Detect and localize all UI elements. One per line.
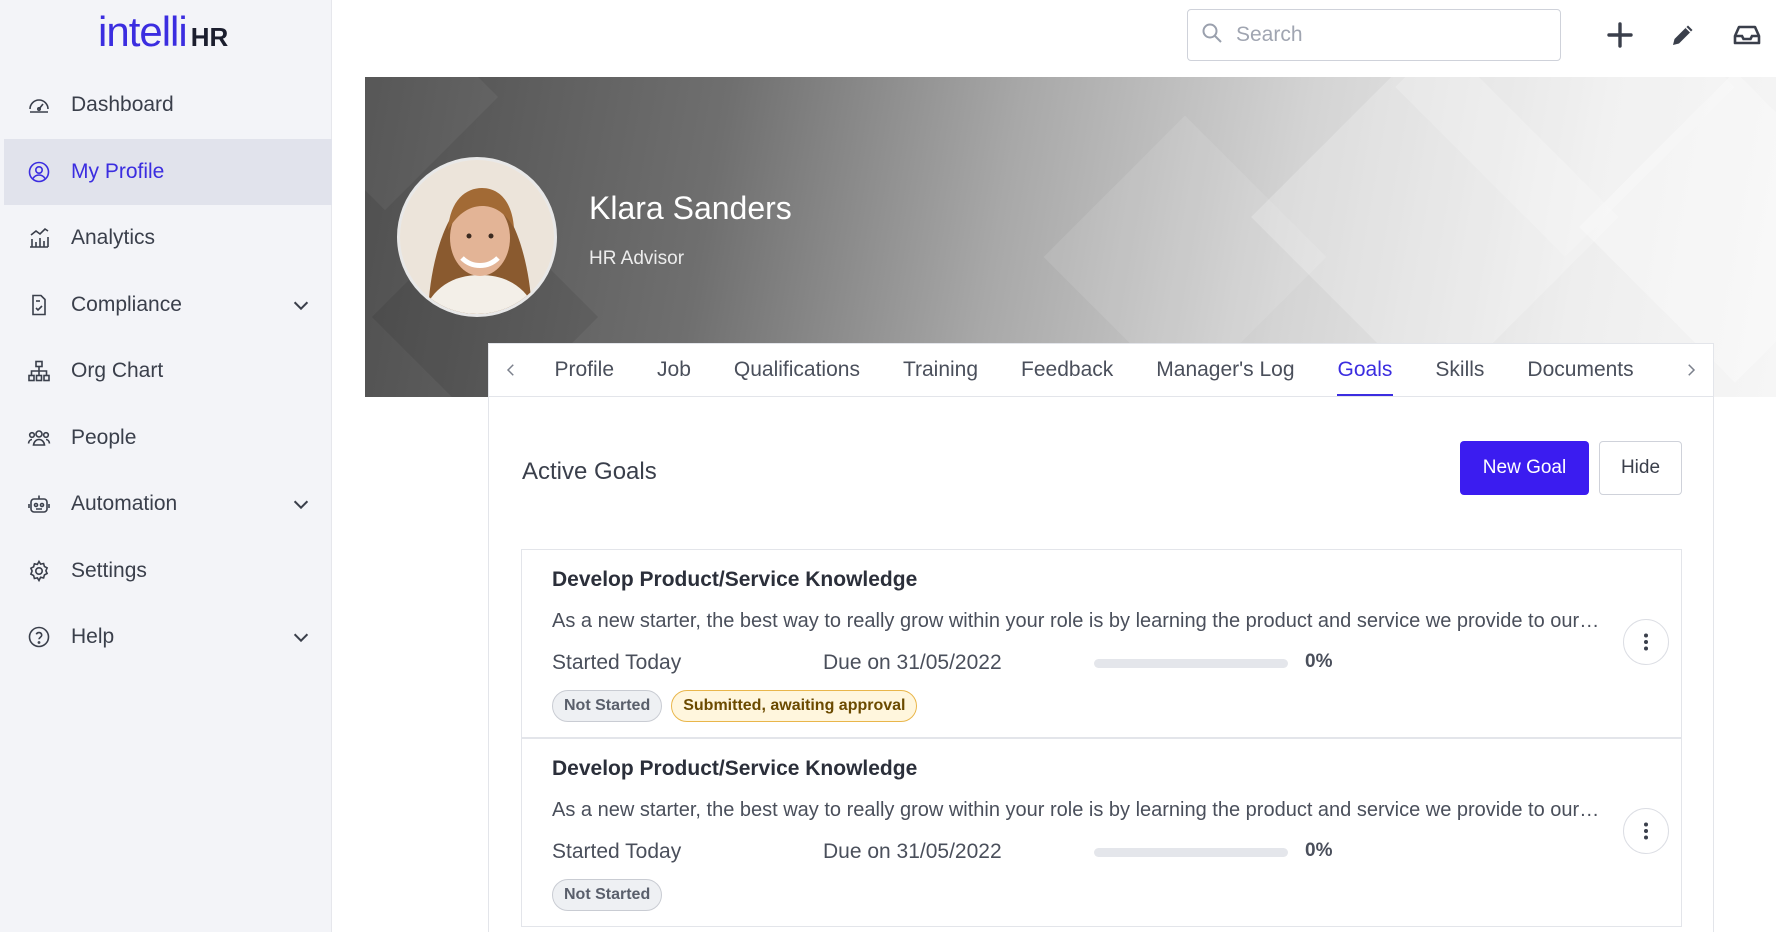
chevron-right-icon[interactable]: [1669, 344, 1713, 396]
plus-icon[interactable]: [1603, 18, 1637, 52]
chevron-down-icon[interactable]: [290, 626, 312, 648]
goal-progress-label: 0%: [1305, 840, 1333, 861]
chevron-down-icon[interactable]: [290, 294, 312, 316]
gear-icon: [26, 558, 52, 584]
goal-progress-label: 0%: [1305, 651, 1333, 672]
tab-documents[interactable]: Documents: [1506, 344, 1655, 396]
sidebar-item-analytics[interactable]: Analytics: [4, 205, 332, 272]
app-logo[interactable]: intelli HR: [98, 8, 228, 58]
sidebar-item-label: Org Chart: [71, 359, 164, 383]
tab-feedback[interactable]: Feedback: [1000, 344, 1135, 396]
document-icon: [26, 292, 52, 318]
sidebar-item-label: Compliance: [71, 292, 182, 316]
tab-strip: Profile Job Qualifications Training Feed…: [533, 344, 1669, 396]
sidebar-item-label: My Profile: [71, 159, 165, 183]
analytics-icon: [26, 225, 52, 251]
section-title: Active Goals: [522, 458, 657, 485]
hide-button[interactable]: Hide: [1599, 441, 1682, 495]
goal-title: Develop Product/Service Knowledge: [552, 757, 918, 780]
pencil-icon[interactable]: [1666, 18, 1700, 52]
sidebar-item-my-profile[interactable]: My Profile: [4, 138, 332, 205]
goal-badges: Not Started: [552, 879, 663, 911]
sidebar-item-compliance[interactable]: Compliance: [4, 272, 332, 339]
people-icon: [26, 425, 52, 451]
tab-profile[interactable]: Profile: [533, 344, 636, 396]
tab-qualifications[interactable]: Qualifications: [712, 344, 881, 396]
new-goal-button[interactable]: New Goal: [1460, 441, 1589, 495]
goal-card[interactable]: Develop Product/Service Knowledge As a n…: [521, 738, 1682, 927]
sidebar-item-label: Help: [71, 625, 115, 649]
goal-progress-bar: [1094, 848, 1288, 857]
tab-goals[interactable]: Goals: [1316, 344, 1414, 396]
tab-skills[interactable]: Skills: [1414, 344, 1506, 396]
sidebar-item-settings[interactable]: Settings: [4, 538, 332, 605]
search-input[interactable]: [1236, 23, 1536, 47]
help-icon: [26, 624, 52, 650]
goal-due-date: Due on 31/05/2022: [823, 651, 1002, 674]
sidebar: intelli HR Dashboard My Profile Analytic…: [0, 0, 332, 932]
sidebar-item-people[interactable]: People: [4, 405, 332, 472]
dashboard-icon: [26, 92, 52, 118]
search-icon: [1200, 21, 1224, 50]
goal-badges: Not Started Submitted, awaiting approval: [552, 690, 918, 722]
user-circle-icon: [26, 159, 52, 185]
search-box[interactable]: [1187, 9, 1561, 61]
goal-description: As a new starter, the best way to really…: [552, 610, 1602, 632]
status-badge: Not Started: [552, 690, 663, 722]
status-badge: Not Started: [552, 879, 663, 911]
chevron-down-icon[interactable]: [290, 493, 312, 515]
goal-card[interactable]: Develop Product/Service Knowledge As a n…: [521, 549, 1682, 738]
more-options-icon[interactable]: [1623, 619, 1669, 665]
profile-role: HR Advisor: [589, 248, 685, 269]
goal-start: Started Today: [552, 840, 682, 863]
robot-icon: [26, 491, 52, 517]
inbox-icon[interactable]: [1730, 18, 1764, 52]
sidebar-item-automation[interactable]: Automation: [4, 471, 332, 538]
sidebar-nav: Dashboard My Profile Analytics Complianc…: [4, 72, 332, 671]
chevron-left-icon[interactable]: [489, 344, 533, 396]
sidebar-item-label: Analytics: [71, 226, 156, 250]
profile-tabs: Profile Job Qualifications Training Feed…: [488, 343, 1714, 397]
goal-title: Develop Product/Service Knowledge: [552, 568, 918, 591]
tab-managers-log[interactable]: Manager's Log: [1135, 344, 1316, 396]
sidebar-item-label: Dashboard: [71, 93, 174, 117]
logo-suffix: HR: [190, 22, 229, 52]
sidebar-item-dashboard[interactable]: Dashboard: [4, 72, 332, 139]
sidebar-item-help[interactable]: Help: [4, 604, 332, 671]
tab-training[interactable]: Training: [881, 344, 999, 396]
tab-job[interactable]: Job: [636, 344, 713, 396]
more-options-icon[interactable]: [1623, 808, 1669, 854]
goal-due-date: Due on 31/05/2022: [823, 840, 1002, 863]
sidebar-item-label: People: [71, 425, 137, 449]
sidebar-item-label: Settings: [71, 558, 147, 582]
goal-progress-bar: [1094, 659, 1288, 668]
sidebar-item-label: Automation: [71, 492, 178, 516]
avatar[interactable]: [397, 157, 557, 317]
goal-start: Started Today: [552, 651, 682, 674]
goal-description: As a new starter, the best way to really…: [552, 799, 1602, 821]
sidebar-item-org-chart[interactable]: Org Chart: [4, 338, 332, 405]
logo-main: intelli: [98, 8, 188, 55]
profile-name: Klara Sanders: [589, 190, 792, 226]
approval-badge: Submitted, awaiting approval: [671, 690, 918, 722]
org-chart-icon: [26, 358, 52, 384]
